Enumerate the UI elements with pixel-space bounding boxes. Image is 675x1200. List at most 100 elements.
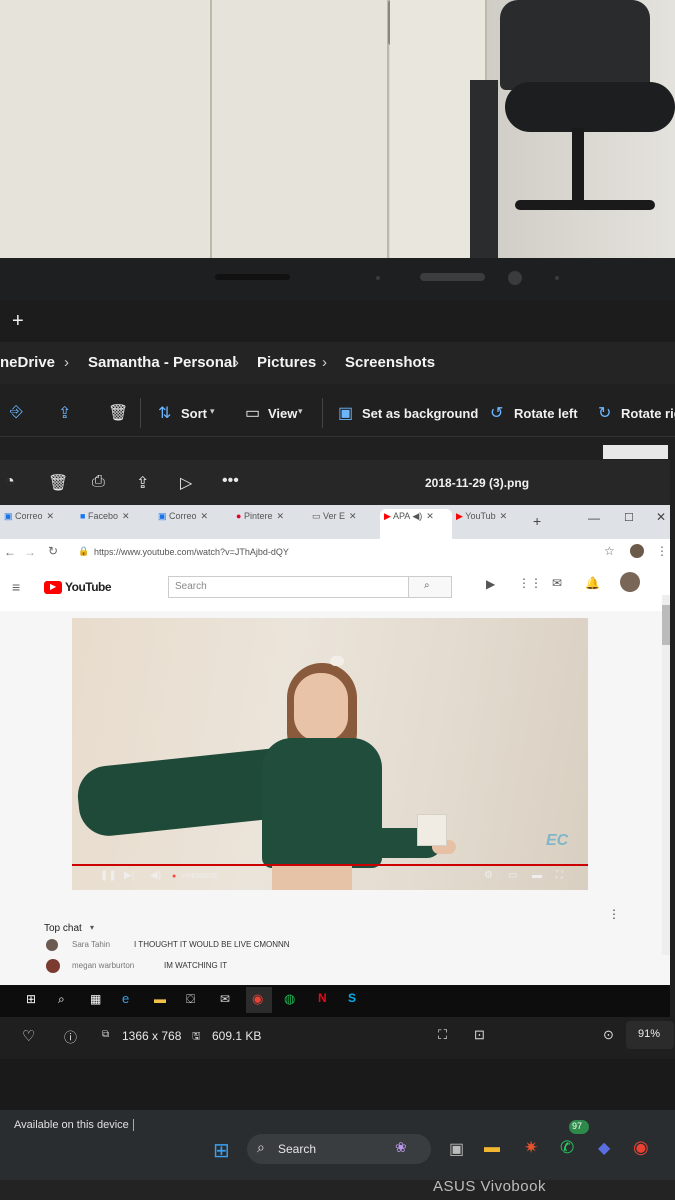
- sort-icon[interactable]: ⇅: [158, 403, 171, 423]
- fullscreen-icon[interactable]: ⛶: [556, 870, 563, 881]
- rotate-right-icon[interactable]: ↻: [598, 403, 611, 423]
- new-tab-icon[interactable]: +: [533, 513, 541, 529]
- close-icon[interactable]: ✕: [426, 511, 434, 521]
- close-icon[interactable]: ✕: [276, 511, 284, 521]
- file-explorer-icon[interactable]: ▬: [484, 1139, 500, 1157]
- chrome-taskbar-item[interactable]: ◉: [246, 987, 272, 1013]
- video-player[interactable]: EC ❚❚ ▶| ◀) ● PREMIERE ⚙ ▭ ▬ ⛶: [72, 618, 588, 890]
- url-field[interactable]: https://www.youtube.com/watch?v=JThAjbd-…: [94, 547, 289, 557]
- task-view-icon[interactable]: ▦: [90, 992, 101, 1006]
- share-icon[interactable]: ⇪: [58, 403, 71, 423]
- edge-icon[interactable]: e: [122, 991, 129, 1006]
- youtube-logo-icon[interactable]: ▶: [44, 581, 62, 594]
- rotate-left-icon[interactable]: ↺: [490, 403, 503, 423]
- browser-tab[interactable]: ■ Facebo ✕: [80, 511, 152, 537]
- thumbnail-strip[interactable]: [603, 445, 668, 459]
- enhance-icon[interactable]: ◔: [5, 473, 15, 491]
- taskbar-search-box[interactable]: ⌕ Search ❀: [247, 1134, 431, 1164]
- page-scrollbar[interactable]: [662, 595, 670, 955]
- chat-menu-icon[interactable]: ⋮: [608, 907, 620, 921]
- close-icon[interactable]: ✕: [349, 511, 357, 521]
- hamburger-menu-icon[interactable]: ≡: [12, 579, 20, 595]
- breadcrumb-pictures[interactable]: Pictures: [257, 354, 316, 371]
- favorite-heart-icon[interactable]: ♡: [22, 1027, 35, 1045]
- reload-icon[interactable]: ↻: [48, 544, 58, 558]
- profile-avatar[interactable]: [630, 544, 644, 558]
- chevron-down-icon[interactable]: ▾: [90, 923, 94, 932]
- bookmark-star-icon[interactable]: ☆: [604, 544, 615, 558]
- browser-menu-icon[interactable]: ⋮: [656, 544, 668, 558]
- view-icon[interactable]: ▭: [245, 403, 260, 423]
- minimize-icon[interactable]: —: [588, 511, 600, 525]
- close-icon[interactable]: ✕: [500, 511, 508, 521]
- search-input[interactable]: Search: [168, 576, 410, 598]
- close-icon[interactable]: ✕: [122, 511, 130, 521]
- account-avatar[interactable]: [620, 572, 640, 592]
- close-window-icon[interactable]: ✕: [656, 510, 666, 524]
- zoom-icon[interactable]: ⊙: [603, 1027, 614, 1043]
- settings-gear-icon[interactable]: ⚙: [484, 870, 493, 881]
- search-button[interactable]: ⌕: [408, 576, 452, 598]
- browser-tab-active[interactable]: ▶ APA ◀) ✕: [380, 509, 452, 541]
- info-icon[interactable]: ⓘ: [64, 1027, 77, 1046]
- skype-icon[interactable]: S: [348, 991, 356, 1005]
- miniplayer-icon[interactable]: ▭: [508, 870, 517, 881]
- youtube-logo-text[interactable]: YouTube: [65, 580, 112, 594]
- zoom-level-box[interactable]: 91%: [626, 1021, 674, 1049]
- browser-tab[interactable]: ▭ Ver E ✕: [312, 511, 378, 537]
- create-video-icon[interactable]: ▶: [486, 577, 495, 591]
- browser-tab[interactable]: ▣ Correo ✕: [4, 511, 74, 537]
- share-icon[interactable]: ⇪: [136, 473, 149, 493]
- browser-tab[interactable]: ▶ YouTub ✕: [456, 511, 526, 537]
- file-explorer-icon[interactable]: ▬: [154, 992, 166, 1006]
- windows-start-icon[interactable]: ⊞: [213, 1138, 230, 1163]
- view-button[interactable]: View: [268, 406, 297, 421]
- breadcrumb-onedrive[interactable]: neDrive: [0, 354, 55, 371]
- notifications-bell-icon[interactable]: 🔔: [585, 576, 600, 590]
- volume-icon[interactable]: ◀): [150, 870, 161, 881]
- breadcrumb-samantha[interactable]: Samantha - Personal: [88, 354, 236, 371]
- apps-grid-icon[interactable]: ⋮⋮: [518, 576, 542, 590]
- fit-to-window-icon[interactable]: ⛶: [438, 1027, 447, 1043]
- delete-icon[interactable]: 🗑: [108, 403, 128, 423]
- top-chat-label[interactable]: Top chat: [44, 923, 82, 934]
- set-background-button[interactable]: Set as background: [362, 406, 478, 421]
- background-icon[interactable]: ▣: [338, 403, 353, 423]
- notification-text[interactable]: Available on this device: [14, 1119, 129, 1131]
- netflix-icon[interactable]: N: [318, 991, 327, 1005]
- new-tab-icon[interactable]: +: [12, 310, 24, 333]
- spotify-icon[interactable]: ◍: [284, 991, 295, 1007]
- theater-mode-icon[interactable]: ▬: [532, 870, 542, 881]
- ai-edit-icon[interactable]: ⎆: [10, 403, 23, 421]
- forward-icon[interactable]: →: [24, 545, 36, 559]
- windows-start-icon[interactable]: ⊞: [26, 992, 36, 1006]
- pause-icon[interactable]: ❚❚: [100, 870, 117, 881]
- maximize-icon[interactable]: ☐: [624, 511, 634, 524]
- task-view-icon[interactable]: ▣: [449, 1139, 464, 1159]
- browser-tab[interactable]: ● Pintere ✕: [236, 511, 308, 537]
- browser-tab[interactable]: ▣ Correo ✕: [158, 511, 230, 537]
- search-icon[interactable]: ⌕: [58, 992, 65, 1007]
- next-icon[interactable]: ▶|: [124, 870, 134, 881]
- actual-size-icon[interactable]: ⊡: [474, 1027, 485, 1043]
- speaker-icon[interactable]: ◀): [412, 511, 422, 521]
- app-icon[interactable]: ✷: [524, 1138, 538, 1158]
- whatsapp-icon[interactable]: ✆: [560, 1138, 574, 1158]
- print-icon[interactable]: ⎙: [92, 473, 105, 491]
- breadcrumb-screenshots[interactable]: Screenshots: [345, 354, 435, 371]
- delete-icon[interactable]: 🗑: [48, 473, 68, 493]
- messages-icon[interactable]: ✉: [552, 576, 562, 590]
- scrollbar-thumb[interactable]: [662, 605, 670, 645]
- mail-icon[interactable]: ✉: [220, 992, 230, 1006]
- close-icon[interactable]: ✕: [47, 511, 55, 521]
- progress-bar[interactable]: [72, 864, 588, 866]
- rotate-left-button[interactable]: Rotate left: [514, 406, 578, 421]
- chrome-icon[interactable]: ◉: [633, 1137, 649, 1158]
- sort-button[interactable]: Sort: [181, 406, 207, 421]
- close-icon[interactable]: ✕: [201, 511, 209, 521]
- back-icon[interactable]: ←: [4, 545, 16, 559]
- app-icon[interactable]: ◆: [598, 1138, 610, 1158]
- slideshow-icon[interactable]: ▷: [180, 473, 192, 493]
- more-options-icon[interactable]: •••: [222, 472, 239, 490]
- rotate-right-button[interactable]: Rotate righ: [621, 406, 675, 421]
